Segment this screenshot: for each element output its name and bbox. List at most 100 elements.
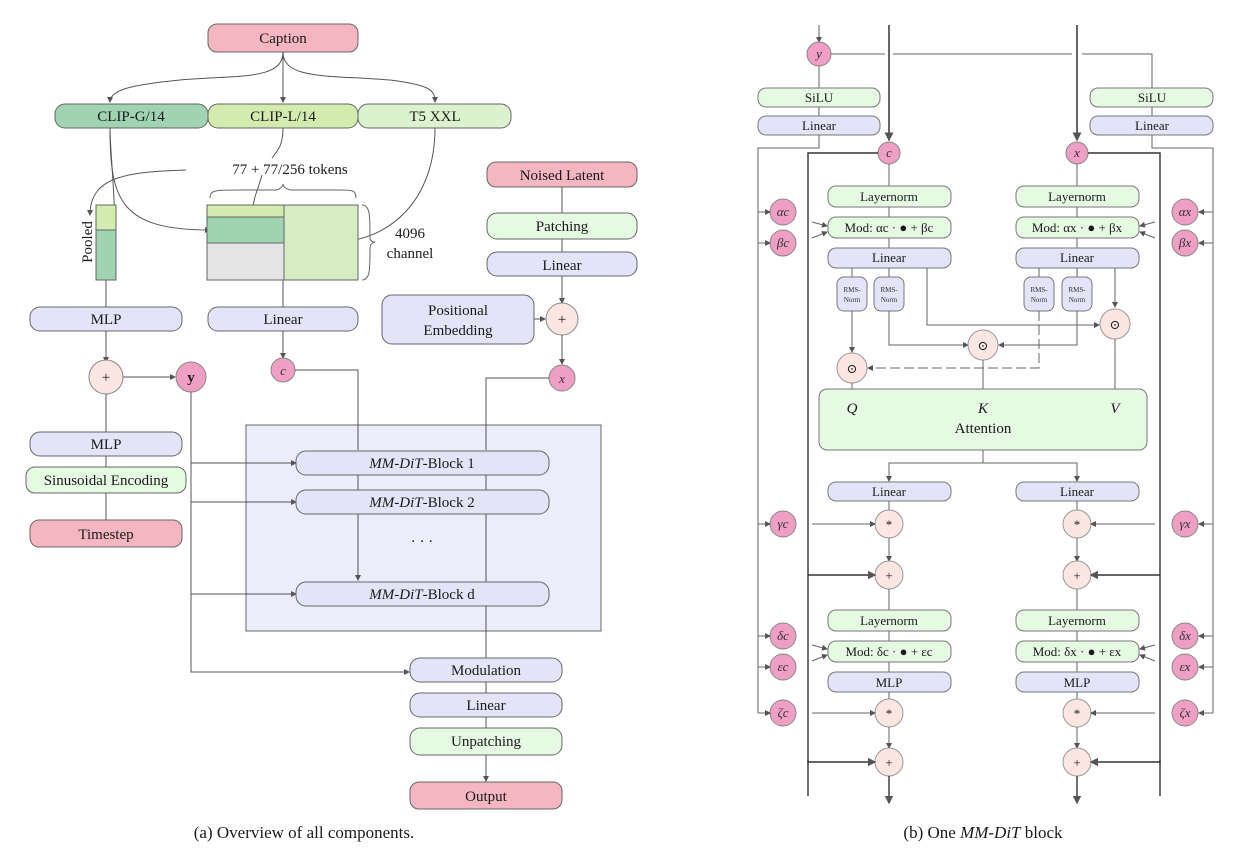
param-zeta-x: ζx: [1171, 699, 1199, 727]
svg-text:K: K: [977, 401, 989, 417]
timestep-box: Timestep: [29, 519, 183, 548]
svg-text:Layernorm: Layernorm: [1048, 189, 1106, 204]
linear-left-adaln-box: Linear: [757, 115, 881, 136]
rmsnorm-k-c: RMS- Norm: [873, 276, 905, 312]
linear-out-box: Linear: [409, 692, 563, 718]
pooled-vector: Pooled: [80, 204, 117, 281]
sinusoidal-encoding-box: Sinusoidal Encoding: [25, 466, 187, 494]
add-node-x: +: [545, 302, 579, 336]
svg-text:RMS-: RMS-: [843, 286, 861, 294]
svg-text:CLIP-G/14: CLIP-G/14: [97, 109, 165, 125]
svg-text:+: +: [558, 312, 566, 328]
svg-text:MM-DiT-Block d: MM-DiT-Block d: [368, 587, 475, 603]
svg-text:Linear: Linear: [872, 250, 907, 265]
svg-text:SiLU: SiLU: [1138, 90, 1167, 105]
svg-text:Timestep: Timestep: [78, 527, 133, 543]
gate-node-c-1: *: [874, 509, 904, 539]
layernorm-c-2: Layernorm: [827, 609, 952, 632]
svg-text:+: +: [885, 568, 892, 583]
param-alpha-c: αc: [769, 198, 797, 226]
layernorm-c-1: Layernorm: [827, 185, 952, 208]
svg-text:⊙: ⊙: [1110, 317, 1121, 332]
svg-text:⊙: ⊙: [847, 361, 858, 376]
layernorm-x-2: Layernorm: [1015, 609, 1140, 632]
token-matrix: [206, 204, 359, 281]
svg-text:Linear: Linear: [1060, 250, 1095, 265]
svg-text:Norm: Norm: [1069, 296, 1086, 304]
svg-text:Mod: αc · ● + βc: Mod: αc · ● + βc: [845, 220, 934, 235]
svg-text:Norm: Norm: [881, 296, 898, 304]
svg-text:Pooled: Pooled: [80, 221, 96, 263]
positional-embedding-box: Positional Embedding: [381, 294, 535, 345]
svg-text:Modulation: Modulation: [451, 663, 521, 679]
svg-text:*: *: [886, 706, 893, 721]
edge-clipl-tokens: [271, 127, 284, 159]
param-epsilon-x: εx: [1171, 653, 1199, 681]
linear-right-adaln-box: Linear: [1089, 115, 1214, 136]
svg-text:δc: δc: [777, 628, 789, 643]
rmsnorm-k-x: RMS- Norm: [1061, 276, 1093, 312]
caption-panel-b: (b) One MM-DiT block: [903, 823, 1063, 842]
tokens-brace: [209, 183, 357, 199]
svg-text:γc: γc: [778, 516, 789, 531]
svg-text:Linear: Linear: [872, 484, 907, 499]
linear-out-c: Linear: [827, 481, 952, 502]
svg-text:Linear: Linear: [542, 258, 581, 274]
silu-left-box: SiLU: [757, 87, 881, 108]
svg-text:βx: βx: [1178, 235, 1191, 250]
svg-text:γx: γx: [1180, 516, 1191, 531]
svg-text:RMS-: RMS-: [880, 286, 898, 294]
svg-text:y: y: [187, 370, 195, 386]
svg-text:x: x: [1073, 145, 1080, 160]
svg-text:+: +: [1073, 755, 1080, 770]
caption-box: Caption: [207, 23, 359, 53]
residual-add-c-1: +: [874, 560, 904, 590]
residual-add-x-1: +: [1062, 560, 1092, 590]
mmdit-diagram: Caption CLIP-G/14 CLIP-L/14 T5 XXL 77 + …: [25, 23, 1214, 842]
svg-text:Layernorm: Layernorm: [860, 189, 918, 204]
modulation-box: Modulation: [409, 657, 563, 683]
svg-text:+: +: [102, 370, 110, 386]
y-node-b: y: [806, 41, 832, 67]
c-node-b: c: [877, 141, 901, 165]
svg-text:SiLU: SiLU: [805, 90, 834, 105]
channel-brace: [361, 204, 376, 281]
unpatching-box: Unpatching: [409, 727, 563, 756]
x-node-b: x: [1065, 141, 1089, 165]
mod-c-2: Mod: δc · ● + εc: [827, 640, 952, 663]
panel-a-overview: Caption CLIP-G/14 CLIP-L/14 T5 XXL 77 + …: [25, 23, 638, 842]
concat-node-k: ⊙: [967, 329, 999, 361]
svg-text:Linear: Linear: [1135, 118, 1170, 133]
edge-caption-clipg: [107, 51, 284, 103]
svg-text:Noised Latent: Noised Latent: [520, 168, 605, 184]
svg-text:*: *: [886, 517, 893, 532]
mmdit-block-2: MM-DiT-Block 2: [295, 489, 550, 515]
tokens-label: 77 + 77/256 tokens: [232, 162, 348, 178]
layernorm-x-1: Layernorm: [1015, 185, 1140, 208]
svg-text:ζc: ζc: [777, 705, 788, 720]
mlp-pooled-box: MLP: [29, 306, 183, 332]
rmsnorm-q-x: RMS- Norm: [1023, 276, 1055, 312]
param-delta-c: δc: [769, 622, 797, 650]
svg-text:Layernorm: Layernorm: [860, 613, 918, 628]
noised-latent-box: Noised Latent: [486, 161, 638, 188]
svg-text:Norm: Norm: [1031, 296, 1048, 304]
linear-out-x: Linear: [1015, 481, 1140, 502]
svg-text:RMS-: RMS-: [1068, 286, 1086, 294]
attention-box: Q K V Attention: [818, 388, 1148, 451]
svg-text:⊙: ⊙: [978, 338, 989, 353]
c-node-a: c: [270, 357, 296, 383]
channel-label: channel: [387, 246, 434, 262]
panel-b-mmdit-block: y SiLU Linear SiLU Linear c x Layernorm …: [757, 25, 1214, 842]
svg-text:x: x: [558, 371, 565, 386]
svg-text:εx: εx: [1180, 659, 1191, 674]
svg-text:Mod: δc · ● + εc: Mod: δc · ● + εc: [845, 644, 932, 659]
svg-text:MLP: MLP: [876, 675, 903, 690]
svg-text:Sinusoidal Encoding: Sinusoidal Encoding: [44, 473, 169, 489]
concat-node-v: ⊙: [1099, 308, 1131, 340]
svg-text:Linear: Linear: [263, 312, 302, 328]
svg-text:y: y: [814, 46, 822, 61]
linear-x-box: Linear: [486, 251, 638, 277]
svg-text:+: +: [885, 755, 892, 770]
linear-qkv-x: Linear: [1015, 247, 1140, 269]
